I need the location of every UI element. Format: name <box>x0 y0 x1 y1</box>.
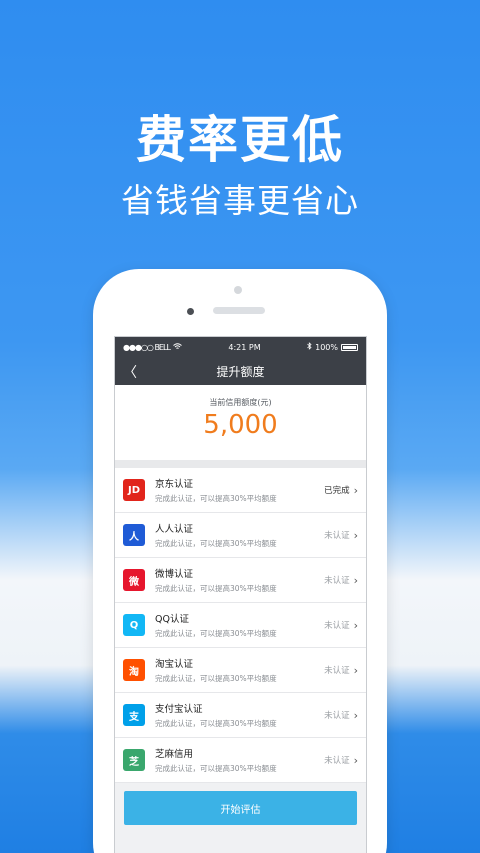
status-label: 未认证 <box>324 756 350 766</box>
provider-logo-icon: 人 <box>123 524 145 546</box>
battery-icon <box>340 343 358 351</box>
list-item[interactable]: 支支付宝认证完成此认证，可以提高30%平均额度 未认证 › <box>115 693 366 738</box>
provider-logo-icon: Q <box>123 614 145 636</box>
wifi-icon <box>173 342 182 352</box>
item-description: 完成此认证，可以提高30%平均额度 <box>155 764 277 773</box>
app-screen: ●●●○○ BELL 4:21 PM 100% 〈 提升额度 当前信用额度(元)… <box>114 336 367 853</box>
status-bar: ●●●○○ BELL 4:21 PM 100% <box>115 337 366 357</box>
promo-screen: { "promo": { "headline": "费率更低", "sublin… <box>0 0 480 853</box>
item-title: 淘宝认证 <box>155 659 194 670</box>
provider-logo-icon: JD <box>123 479 145 501</box>
start-evaluation-button[interactable]: 开始评估 <box>124 791 357 825</box>
battery-percent: 100% <box>315 342 338 352</box>
status-label: 未认证 <box>324 576 350 586</box>
earpiece-speaker <box>213 307 265 314</box>
list-item[interactable]: 芝芝麻信用完成此认证，可以提高30%平均额度 未认证 › <box>115 738 366 783</box>
item-description: 完成此认证，可以提高30%平均额度 <box>155 584 277 593</box>
item-description: 完成此认证，可以提高30%平均额度 <box>155 629 277 638</box>
sensor-dot <box>234 286 242 294</box>
back-icon[interactable]: 〈 <box>123 362 137 382</box>
credit-value: 5,000 <box>203 410 278 440</box>
credit-label: 当前信用额度(元) <box>209 398 272 407</box>
chevron-right-icon: › <box>353 483 358 497</box>
list-item[interactable]: Q QQ认证完成此认证，可以提高30%平均额度 未认证 › <box>115 603 366 648</box>
status-time: 4:21 PM <box>228 342 261 352</box>
item-title: 芝麻信用 <box>155 749 194 760</box>
carrier-label: ●●●○○ BELL <box>123 342 171 352</box>
chevron-right-icon: › <box>353 618 358 632</box>
item-title: 人人认证 <box>155 524 194 535</box>
status-label: 未认证 <box>324 711 350 721</box>
chevron-right-icon: › <box>353 528 358 542</box>
chevron-right-icon: › <box>353 708 358 722</box>
status-label: 已完成 <box>324 486 350 496</box>
item-description: 完成此认证，可以提高30%平均额度 <box>155 719 277 728</box>
front-camera <box>187 308 194 315</box>
chevron-right-icon: › <box>353 663 358 677</box>
list-item[interactable]: JD 京东认证完成此认证，可以提高30%平均额度 已完成 › <box>115 468 366 513</box>
phone-mockup: ●●●○○ BELL 4:21 PM 100% 〈 提升额度 当前信用额度(元)… <box>93 269 387 853</box>
chevron-right-icon: › <box>353 753 358 767</box>
promo-headline: 费率更低 <box>136 111 344 169</box>
page-title: 提升额度 <box>216 364 265 379</box>
provider-logo-icon: 淘 <box>123 659 145 681</box>
item-description: 完成此认证，可以提高30%平均额度 <box>155 494 277 503</box>
item-description: 完成此认证，可以提高30%平均额度 <box>155 674 277 683</box>
item-title: QQ认证 <box>155 614 189 625</box>
item-title: 京东认证 <box>155 479 194 490</box>
nav-bar: 〈 提升额度 <box>115 357 366 385</box>
chevron-right-icon: › <box>353 573 358 587</box>
credit-summary: 当前信用额度(元) 5,000 <box>115 385 366 460</box>
list-item[interactable]: 微微博认证完成此认证，可以提高30%平均额度 未认证 › <box>115 558 366 603</box>
status-label: 未认证 <box>324 621 350 631</box>
list-item[interactable]: 淘淘宝认证完成此认证，可以提高30%平均额度 未认证 › <box>115 648 366 693</box>
promo-subline: 省钱省事更省心 <box>121 181 359 220</box>
provider-logo-icon: 支 <box>123 704 145 726</box>
list-item[interactable]: 人人人认证完成此认证，可以提高30%平均额度 未认证 › <box>115 513 366 558</box>
status-label: 未认证 <box>324 666 350 676</box>
item-description: 完成此认证，可以提高30%平均额度 <box>155 539 277 548</box>
item-title: 支付宝认证 <box>155 704 203 715</box>
item-title: 微博认证 <box>155 569 194 580</box>
provider-logo-icon: 芝 <box>123 749 145 771</box>
provider-logo-icon: 微 <box>123 569 145 591</box>
verification-list: JD 京东认证 完成此认证，可以提高30%平均额度 已完成 › 人人人认证 完成此认证，可以… <box>115 468 366 783</box>
divider <box>115 460 366 468</box>
bluetooth-icon <box>307 342 312 352</box>
status-label: 未认证 <box>324 531 350 541</box>
